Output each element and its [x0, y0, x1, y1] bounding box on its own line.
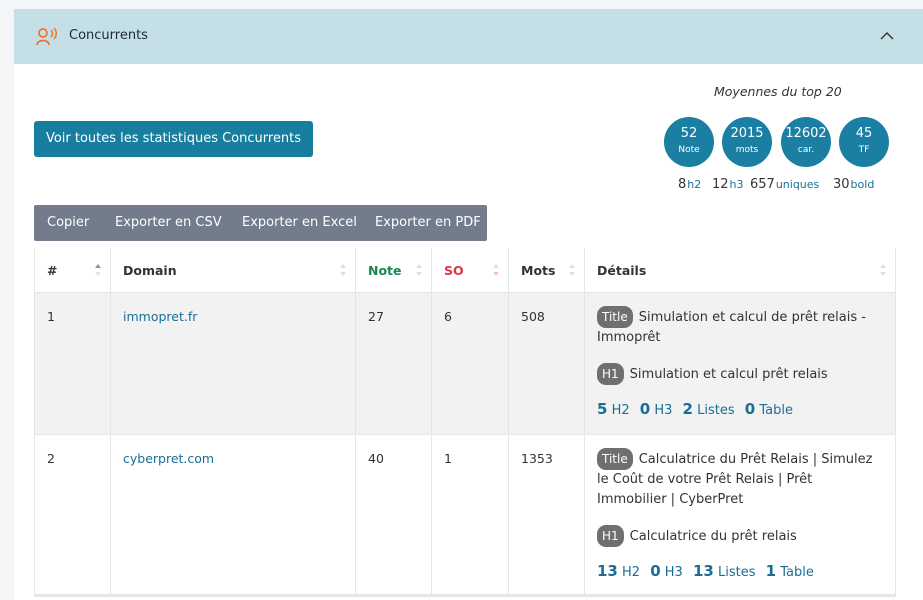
sub-stat-value: 30	[833, 177, 850, 192]
copy-button[interactable]: Copier	[47, 205, 89, 241]
page-title-text: Simulation et calcul de prêt relais - Im…	[597, 310, 866, 345]
header-label: SO	[444, 263, 464, 278]
h1-text: Calculatrice du prêt relais	[629, 529, 797, 544]
sort-icon[interactable]	[568, 263, 576, 277]
table-row: 2 cyberpret.com 40 1 1353 Title Calculatr…	[34, 435, 896, 597]
export-csv-button[interactable]: Exporter en CSV	[115, 205, 222, 241]
sub-stat-h2: 8h2	[678, 177, 701, 192]
export-pdf-button[interactable]: Exporter en PDF	[375, 205, 481, 241]
stat-circle-chars: 12602 car.	[781, 117, 831, 167]
h1-badge: H1	[597, 525, 624, 547]
sort-icon[interactable]	[415, 263, 423, 277]
export-excel-button[interactable]: Exporter en Excel	[242, 205, 357, 241]
so-cell: 1	[444, 451, 452, 466]
column-header-domain[interactable]: Domain	[111, 248, 356, 293]
column-header-so[interactable]: SO	[432, 248, 509, 293]
sub-stat-value: 8	[678, 177, 687, 192]
count-value: 0	[639, 400, 651, 418]
sort-asc-icon[interactable]	[94, 263, 102, 277]
stat-unit: TF	[858, 145, 870, 155]
note-cell: 40	[368, 451, 384, 466]
sub-stat-value: 657	[750, 177, 775, 192]
stat-value: 2015	[730, 126, 764, 141]
averages-label: Moyennes du top 20	[714, 84, 842, 99]
header-label: Détails	[597, 263, 647, 278]
stat-unit: car.	[797, 145, 815, 155]
count-value: 13	[692, 562, 714, 580]
count-label: Listes	[697, 403, 735, 418]
h1-badge: H1	[597, 363, 624, 385]
details-cell: Title Calculatrice du Prêt Relais | Simul…	[597, 448, 883, 583]
count-label: H2	[622, 565, 641, 580]
header-label: Domain	[123, 263, 177, 278]
sort-icon[interactable]	[879, 263, 887, 277]
sub-stat-value: 12	[712, 177, 729, 192]
panel-header[interactable]: Concurrents	[14, 9, 923, 64]
stat-value: 52	[680, 126, 698, 141]
stat-unit: mots	[735, 145, 759, 155]
h1-text: Simulation et calcul prêt relais	[629, 367, 828, 382]
count-label: H2	[611, 403, 630, 418]
sub-stat-bold: 30bold	[833, 177, 874, 192]
header-label: Mots	[521, 263, 556, 278]
header-label: Note	[368, 263, 402, 278]
domain-link[interactable]: cyberpret.com	[123, 451, 214, 466]
column-header-details[interactable]: Détails	[585, 248, 896, 293]
count-value: 2	[682, 400, 693, 418]
stat-value: 45	[855, 126, 873, 141]
count-label: H3	[654, 403, 673, 418]
title-badge: Title	[597, 306, 633, 328]
page-title-text: Calculatrice du Prêt Relais | Simulez le…	[597, 452, 873, 507]
sort-icon[interactable]	[339, 263, 347, 277]
words-cell: 1353	[521, 451, 553, 466]
stat-circle-tf: 45 TF	[839, 117, 889, 167]
so-cell: 6	[444, 309, 452, 324]
sub-stat-label: bold	[850, 178, 875, 191]
note-cell: 27	[368, 309, 384, 324]
details-cell: Title Simulation et calcul de prêt relais…	[597, 306, 883, 421]
count-value: 1	[765, 562, 777, 580]
users-speaking-icon	[36, 27, 57, 46]
sub-stat-h3: 12h3	[712, 177, 744, 192]
header-label: #	[47, 263, 58, 278]
sub-stat-uniques: 657uniques	[750, 177, 819, 192]
count-label: Table	[759, 403, 793, 418]
words-cell: 508	[521, 309, 545, 324]
chevron-up-icon[interactable]	[880, 29, 894, 43]
domain-link[interactable]: immopret.fr	[123, 309, 197, 324]
stat-circle-note: 52 Note	[664, 117, 714, 167]
stat-circle-words: 2015 mots	[722, 117, 772, 167]
competitors-panel: Concurrents Voir toutes les statistiques…	[14, 9, 923, 600]
count-value: 0	[650, 562, 661, 580]
structure-counts: 5 H2 0 H3 2 Listes 0 Table	[597, 399, 883, 421]
sub-stat-label: uniques	[775, 178, 820, 191]
count-value: 5	[597, 400, 608, 418]
column-header-words[interactable]: Mots	[509, 248, 585, 293]
count-label: H3	[664, 565, 683, 580]
panel-title: Concurrents	[69, 28, 148, 43]
column-header-note[interactable]: Note	[356, 248, 432, 293]
stat-unit: Note	[678, 145, 700, 155]
sort-icon[interactable]	[492, 263, 500, 277]
export-toolbar: Copier Exporter en CSV Exporter en Excel…	[34, 205, 487, 241]
structure-counts: 13 H2 0 H3 13 Listes 1 Table	[597, 561, 883, 583]
count-value: 13	[597, 562, 618, 580]
stat-value: 12602	[785, 126, 827, 141]
count-value: 0	[744, 400, 756, 418]
count-label: Listes	[717, 565, 756, 580]
rank-cell: 2	[47, 451, 55, 466]
rank-cell: 1	[47, 309, 55, 324]
table-row: 1 immopret.fr 27 6 508 Title Simulation e…	[34, 293, 896, 435]
title-badge: Title	[597, 448, 633, 470]
column-header-rank[interactable]: #	[34, 248, 111, 293]
sub-stat-label: h3	[729, 178, 744, 191]
count-label: Table	[780, 565, 814, 580]
sub-stat-label: h2	[687, 178, 702, 191]
view-stats-button[interactable]: Voir toutes les statistiques Concurrents	[34, 121, 313, 157]
